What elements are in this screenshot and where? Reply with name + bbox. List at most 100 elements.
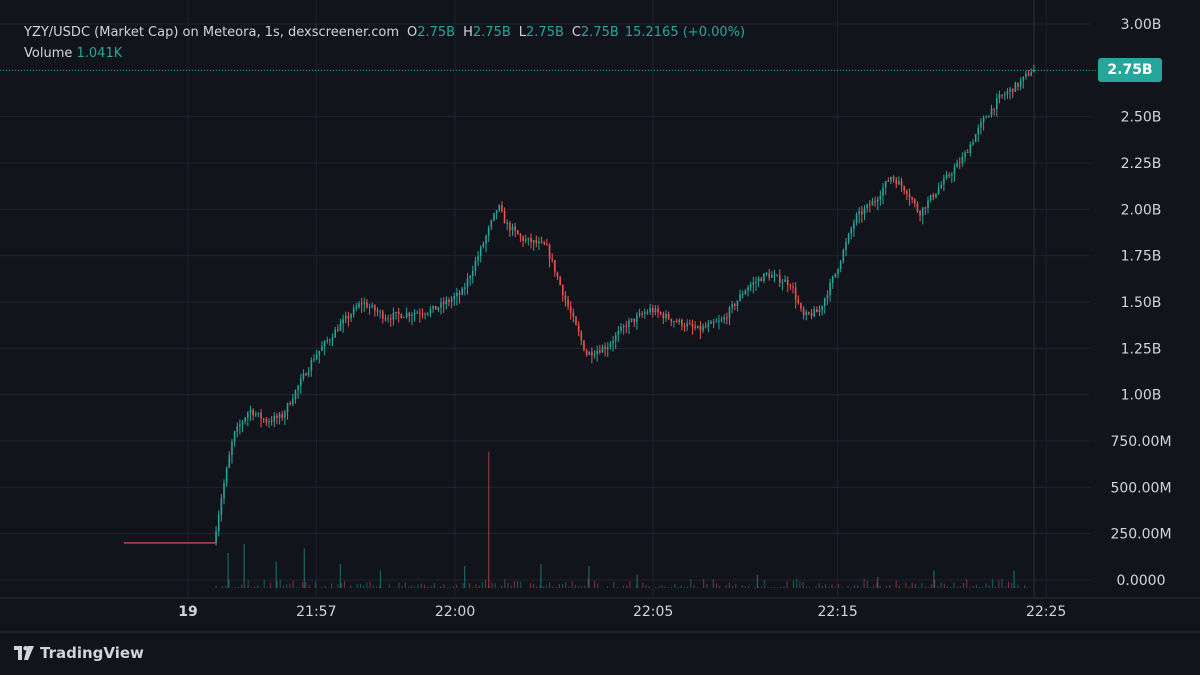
candle-body (487, 227, 490, 236)
candle-body (784, 279, 786, 282)
candle-body (871, 201, 874, 206)
open-value: 2.75B (417, 25, 456, 40)
candle-body (874, 201, 876, 203)
candle-body (453, 296, 456, 299)
candle-body (524, 239, 527, 242)
candle-body (252, 409, 254, 416)
candle-body (538, 241, 540, 244)
candle-body (794, 287, 797, 300)
candle-body (215, 531, 217, 543)
candle-body (966, 152, 969, 154)
candle-body (985, 117, 988, 119)
chart-svg[interactable]: 3.00B 2.50B 2.25B 2.00B 1.75B 1.50B 1.25B 1.00B… (0, 0, 1200, 675)
candle-body (681, 319, 683, 327)
candle-body (265, 419, 268, 423)
candle-body (228, 455, 231, 468)
candle-body (890, 176, 892, 182)
candle-body (249, 409, 252, 413)
chart-area[interactable]: 3.00B 2.50B 2.25B 2.00B 1.75B 1.50B 1.25B 1.00B… (0, 0, 1200, 675)
candle-body (268, 421, 270, 423)
candle-body (980, 122, 982, 128)
candle-body (461, 288, 464, 295)
candle-body (313, 359, 315, 361)
candle-body (561, 285, 564, 296)
candle-body (448, 299, 450, 302)
candle-body (702, 326, 704, 331)
candle-body (686, 323, 688, 327)
candle-body (953, 167, 956, 175)
candle-body (662, 313, 665, 319)
candle-body (903, 186, 905, 191)
candle-body (599, 350, 601, 353)
candle-body (382, 311, 384, 319)
candle-body (501, 205, 503, 212)
candle-body (726, 317, 728, 319)
candle-body (879, 195, 882, 200)
candle-body (1025, 73, 1027, 77)
candle-body (329, 339, 331, 341)
candle-body (699, 325, 702, 331)
candle-body (1009, 88, 1011, 92)
candle-body (741, 294, 744, 296)
candle-body (625, 325, 628, 327)
x-tick-label: 22:25 (1026, 604, 1066, 620)
candle-body (935, 193, 937, 198)
candle-body (474, 260, 477, 271)
candle-body (585, 350, 588, 355)
candle-body (644, 312, 646, 315)
volume-label: Volume (24, 46, 73, 61)
candle-body (988, 115, 990, 118)
chart-legend: YZY/USDC (Market Cap) on Meteora, 1s, de… (24, 22, 745, 64)
candle-body (442, 302, 445, 305)
candle-body (479, 246, 482, 257)
candle-body (728, 307, 731, 319)
candle-body (757, 278, 760, 282)
candle-body (429, 308, 432, 313)
candle-body (596, 350, 598, 355)
candle-body (471, 270, 474, 277)
candle-body (546, 244, 548, 246)
candle-body (715, 321, 718, 323)
candle-body (577, 324, 580, 333)
candle-body (911, 197, 913, 200)
candle-body (908, 193, 911, 198)
candle-body (1030, 72, 1033, 76)
candle-body (752, 282, 755, 285)
candle-body (866, 204, 868, 209)
candle-body (580, 332, 583, 341)
y-tick-label: 1.75B (1121, 249, 1162, 265)
candle-body (302, 373, 305, 379)
candle-body (808, 312, 810, 314)
candle-body (548, 244, 551, 259)
tradingview-logo[interactable]: TradingView (14, 644, 144, 662)
candle-body (371, 305, 374, 307)
y-tick-label: 500.00M (1110, 480, 1171, 496)
candle-body (760, 278, 763, 282)
y-tick-label: 2.50B (1121, 110, 1162, 126)
candle-body (797, 299, 800, 304)
candle-body (861, 211, 863, 215)
y-tick-label: 2.00B (1121, 202, 1162, 218)
candle-body (503, 211, 506, 224)
candle-body (771, 275, 773, 278)
candle-body (665, 313, 667, 319)
candle-body (411, 314, 413, 316)
candle-body (956, 162, 958, 168)
candle-body (516, 230, 519, 235)
price-axis[interactable]: 3.00B 2.50B 2.25B 2.00B 1.75B 1.50B 1.25B 1.00B… (1110, 17, 1171, 589)
candle-body (720, 319, 723, 321)
candle-body (712, 321, 715, 323)
y-tick-label: 250.00M (1110, 527, 1171, 543)
candle-body (961, 156, 964, 163)
candle-body (363, 302, 366, 304)
candle-body (334, 329, 336, 338)
time-axis[interactable]: 19 21:57 22:00 22:05 22:15 22:25 (178, 604, 1066, 620)
candle-body (972, 142, 974, 145)
candle-body (323, 341, 326, 347)
candle-body (469, 276, 471, 279)
candle-body (493, 213, 495, 221)
candle-body (294, 390, 297, 400)
candle-body (440, 302, 442, 308)
candle-body (913, 199, 916, 204)
candle-body (977, 127, 980, 135)
